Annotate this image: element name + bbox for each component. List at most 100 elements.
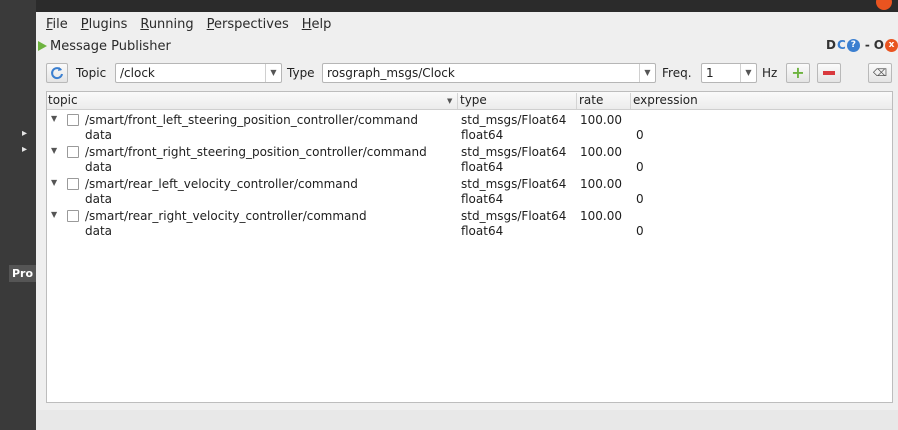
plugin-play-icon [38,41,47,51]
table-header: topic ▼ type rate expression [47,92,892,110]
expression-cell[interactable]: 0 [636,223,644,239]
collapse-arrow-icon[interactable]: ▸ [22,144,27,155]
freq-combo[interactable]: 1 ▼ [701,63,757,83]
plugin-close-icon[interactable]: x [885,38,898,52]
field-name-cell: data [85,160,113,174]
plugin-title: Message Publisher [50,39,171,54]
menu-running[interactable]: Running [140,17,193,32]
remove-publisher-button[interactable] [817,63,841,83]
field-name-cell: data [85,128,113,142]
table-row[interactable]: ▼ /smart/rear_left_velocity_controller/c… [47,176,892,192]
refresh-icon [51,67,63,80]
rate-cell[interactable]: 100.00 [580,112,622,128]
dock-button[interactable]: D [826,38,836,52]
left-sidebar-strip: ▸ ▸ Pro [0,0,36,430]
add-publisher-button[interactable]: + [786,63,810,83]
column-header-type[interactable]: type [459,93,577,109]
clear-button[interactable]: ⌫ [868,63,892,83]
table-row[interactable]: data float64 0 [47,191,892,207]
menu-perspectives-label: erspectives [214,16,289,32]
field-type-cell: float64 [461,160,504,174]
topic-cell: /smart/rear_right_velocity_controller/co… [85,209,367,223]
menu-plugins[interactable]: Plugins [81,17,128,32]
publisher-toolbar: Topic /clock ▼ Type rosgraph_msgs/Clock … [36,61,898,85]
field-name-cell: data [85,192,113,206]
type-cell: std_msgs/Float64 [461,113,567,127]
field-name-cell: data [85,224,113,238]
sidebar-pro-label: Pro [9,265,36,282]
minus-icon [823,71,835,75]
refresh-button[interactable] [46,63,68,83]
type-cell: std_msgs/Float64 [461,177,567,191]
reload-button[interactable]: C [837,38,846,52]
table-row[interactable]: ▼ /smart/front_right_steering_position_c… [47,144,892,160]
minimize-button[interactable]: - [865,38,870,52]
chevron-down-icon: ▼ [265,64,281,82]
topic-cell: /smart/rear_left_velocity_controller/com… [85,177,358,191]
menu-running-accel: R [140,16,149,32]
window-close-button[interactable] [876,0,892,10]
publisher-table: topic ▼ type rate expression ▼ /smart/fr… [46,91,893,403]
menu-plugins-label: lugins [88,16,128,32]
column-header-rate[interactable]: rate [578,93,631,109]
table-row[interactable]: ▼ /smart/rear_right_velocity_controller/… [47,208,892,224]
menu-file-label: ile [52,16,68,32]
type-value: rosgraph_msgs/Clock [327,66,455,80]
menu-help-label: elp [311,16,332,32]
type-cell: std_msgs/Float64 [461,145,567,159]
rate-cell[interactable]: 100.00 [580,208,622,224]
table-row[interactable]: data float64 0 [47,223,892,239]
float-button[interactable]: O [874,38,884,52]
expand-arrow-icon[interactable]: ▼ [51,114,57,123]
rqt-window: File Plugins Running Perspectives Help M… [36,0,898,430]
plus-icon: + [791,63,805,82]
table-row[interactable]: data float64 0 [47,127,892,143]
plugin-header: Message Publisher D C ? - O x [36,37,898,57]
column-header-topic[interactable]: topic [47,93,458,109]
clear-icon: ⌫ [872,67,888,79]
menu-bar: File Plugins Running Perspectives Help [36,13,898,35]
topic-cell: /smart/front_left_steering_position_cont… [85,113,418,127]
plugin-controls: D C ? - O x [826,38,898,52]
topic-combo[interactable]: /clock ▼ [115,63,282,83]
help-icon[interactable]: ? [846,38,860,52]
window-bottom-area [36,410,898,430]
topic-value: /clock [120,66,155,80]
menu-plugins-accel: P [80,16,89,32]
type-combo[interactable]: rosgraph_msgs/Clock ▼ [322,63,656,83]
freq-value: 1 [706,66,714,80]
enable-checkbox[interactable] [67,114,79,126]
enable-checkbox[interactable] [67,178,79,190]
column-header-expression[interactable]: expression [632,93,892,109]
expression-cell[interactable]: 0 [636,127,644,143]
rate-cell[interactable]: 100.00 [580,176,622,192]
rate-cell[interactable]: 100.00 [580,144,622,160]
menu-running-label: unning [148,16,194,32]
type-label: Type [287,66,315,80]
menu-perspectives[interactable]: Perspectives [207,17,289,32]
chevron-down-icon: ▼ [639,64,655,82]
window-titlebar [36,0,898,12]
field-type-cell: float64 [461,224,504,238]
expand-arrow-icon[interactable]: ▼ [51,146,57,155]
sort-indicator-icon: ▼ [447,97,453,105]
topic-label: Topic [76,66,107,80]
menu-file[interactable]: File [46,17,68,32]
expand-arrow-icon[interactable]: ▼ [51,210,57,219]
topic-cell: /smart/front_right_steering_position_con… [85,145,427,159]
expand-arrow-icon[interactable]: ▼ [51,178,57,187]
chevron-down-icon: ▼ [740,64,756,82]
enable-checkbox[interactable] [67,146,79,158]
enable-checkbox[interactable] [67,210,79,222]
expression-cell[interactable]: 0 [636,159,644,175]
freq-label: Freq. [662,66,692,80]
menu-perspectives-accel: P [206,16,215,32]
type-cell: std_msgs/Float64 [461,209,567,223]
table-row[interactable]: data float64 0 [47,159,892,175]
expression-cell[interactable]: 0 [636,191,644,207]
menu-help-accel: H [301,16,312,32]
collapse-arrow-icon[interactable]: ▸ [22,128,27,139]
menu-help[interactable]: Help [302,17,332,32]
table-row[interactable]: ▼ /smart/front_left_steering_position_co… [47,112,892,128]
field-type-cell: float64 [461,128,504,142]
